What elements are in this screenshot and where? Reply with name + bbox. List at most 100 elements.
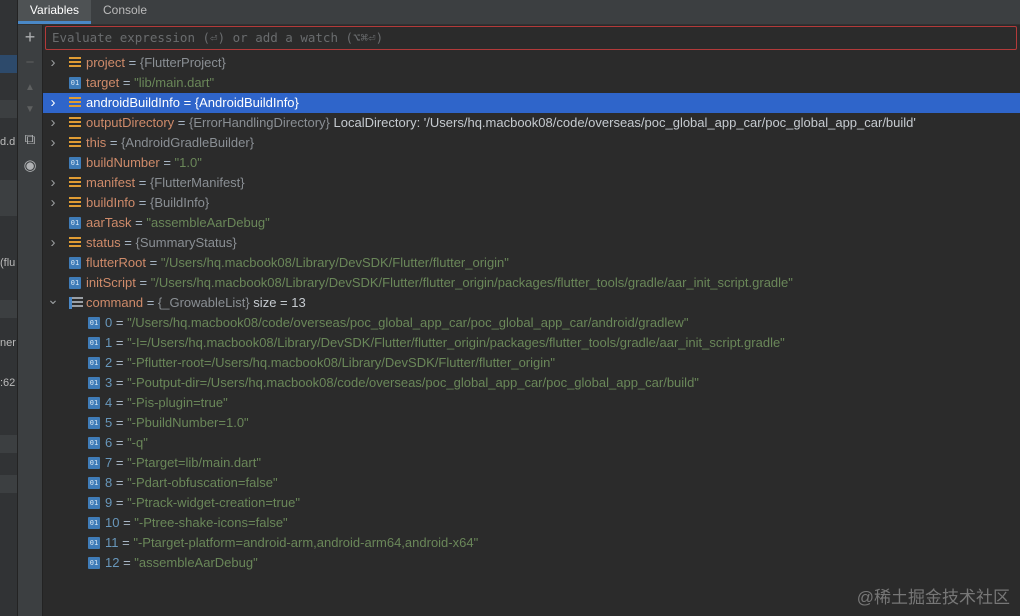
variable-text: 12 = "assembleAarDebug" — [105, 553, 258, 573]
chevron-right-icon[interactable]: › — [47, 133, 59, 153]
variable-name: 10 — [105, 515, 120, 530]
variable-row[interactable]: 01 5 = "-PbuildNumber=1.0" — [43, 413, 1020, 433]
equals-sign: = — [120, 235, 136, 250]
variable-row[interactable]: 01 flutterRoot = "/Users/hq.macbook08/Lib… — [43, 253, 1020, 273]
variable-row[interactable]: 01 10 = "-Ptree-shake-icons=false" — [43, 513, 1020, 533]
add-watch-button[interactable]: + — [18, 27, 42, 47]
chevron-right-icon[interactable]: › — [47, 193, 59, 213]
equals-sign: = — [118, 535, 134, 550]
variable-type: {FlutterProject} — [139, 55, 226, 70]
chevron-right-icon[interactable]: › — [47, 113, 59, 133]
equals-sign: = — [112, 415, 128, 430]
equals-sign: = — [143, 295, 158, 310]
primitive-icon: 01 — [88, 457, 100, 469]
variable-text: 5 = "-PbuildNumber=1.0" — [105, 413, 249, 433]
variable-name: initScript — [86, 275, 136, 290]
variable-row[interactable]: › androidBuildInfo = {AndroidBuildInfo} — [43, 93, 1020, 113]
variable-text: 7 = "-Ptarget=lib/main.dart" — [105, 453, 261, 473]
variable-row[interactable]: 01 3 = "-Poutput-dir=/Users/hq.macbook08/… — [43, 373, 1020, 393]
variable-row[interactable]: › status = {SummaryStatus} — [43, 233, 1020, 253]
move-up-button[interactable]: ▲ — [18, 78, 42, 98]
variable-text: 2 = "-Pflutter-root=/Users/hq.macbook08/… — [105, 353, 555, 373]
variable-name: 11 — [105, 535, 119, 550]
gutter-fragment: ner — [0, 337, 16, 349]
variable-name: aarTask — [86, 215, 132, 230]
variable-text: 9 = "-Ptrack-widget-creation=true" — [105, 493, 300, 513]
equals-sign: = — [145, 255, 161, 270]
variable-row[interactable]: 01 7 = "-Ptarget=lib/main.dart" — [43, 453, 1020, 473]
variable-row[interactable]: 01 aarTask = "assembleAarDebug" — [43, 213, 1020, 233]
variable-text: manifest = {FlutterManifest} — [86, 173, 245, 193]
variable-text: androidBuildInfo = {AndroidBuildInfo} — [86, 93, 299, 113]
variable-row[interactable]: 01 target = "lib/main.dart" — [43, 73, 1020, 93]
variable-row[interactable]: › this = {AndroidGradleBuilder} — [43, 133, 1020, 153]
variable-type: {SummaryStatus} — [135, 235, 237, 250]
equals-sign: = — [112, 355, 128, 370]
watch-settings-icon[interactable]: ◉ — [18, 156, 42, 176]
variable-row[interactable]: 01 9 = "-Ptrack-widget-creation=true" — [43, 493, 1020, 513]
variable-row[interactable]: 01 4 = "-Pis-plugin=true" — [43, 393, 1020, 413]
variable-row[interactable]: 01 buildNumber = "1.0" — [43, 153, 1020, 173]
equals-sign: = — [179, 95, 195, 110]
chevron-right-icon[interactable]: › — [47, 53, 59, 73]
primitive-icon: 01 — [88, 317, 100, 329]
gutter-block — [0, 100, 17, 118]
variable-text: command = {_GrowableList} size = 13 — [86, 293, 306, 313]
variables-toolbar: + − ▲ ▼ ⧉ ◉ — [18, 25, 42, 616]
variable-name: outputDirectory — [86, 115, 175, 130]
gutter-fragment: d.d — [0, 136, 16, 148]
variable-row[interactable]: 01 0 = "/Users/hq.macbook08/code/overseas… — [43, 313, 1020, 333]
variable-row[interactable]: › buildInfo = {BuildInfo} — [43, 193, 1020, 213]
variable-text: status = {SummaryStatus} — [86, 233, 237, 253]
move-down-button[interactable]: ▼ — [18, 100, 42, 120]
equals-sign: = — [112, 315, 128, 330]
variable-value: "-I=/Users/hq.macbook08/Library/DevSDK/F… — [127, 335, 785, 350]
gutter-block — [0, 300, 17, 318]
object-icon — [69, 57, 81, 69]
chevron-right-icon[interactable]: › — [47, 173, 59, 193]
variable-row[interactable]: 01 1 = "-I=/Users/hq.macbook08/Library/De… — [43, 333, 1020, 353]
variable-row[interactable]: 01 initScript = "/Users/hq.macbook08/Libr… — [43, 273, 1020, 293]
equals-sign: = — [112, 395, 128, 410]
object-icon — [69, 137, 81, 149]
variable-row[interactable]: 01 2 = "-Pflutter-root=/Users/hq.macbook0… — [43, 353, 1020, 373]
variable-row[interactable]: 01 6 = "-q" — [43, 433, 1020, 453]
variable-value: "-Poutput-dir=/Users/hq.macbook08/code/o… — [127, 375, 699, 390]
copy-icon[interactable]: ⧉ — [18, 130, 42, 150]
variable-value: "-Pis-plugin=true" — [127, 395, 228, 410]
equals-sign: = — [119, 515, 135, 530]
chevron-right-icon[interactable]: › — [47, 93, 59, 113]
evaluate-expression-input[interactable]: Evaluate expression (⏎) or add a watch (… — [45, 26, 1017, 50]
editor-gutter-strip: d.d (flu ner :62 — [0, 0, 17, 616]
equals-sign: = — [106, 135, 122, 150]
evaluate-placeholder: Evaluate expression (⏎) or add a watch (… — [52, 30, 384, 45]
variable-row[interactable]: 01 8 = "-Pdart-obfuscation=false" — [43, 473, 1020, 493]
variable-name: this — [86, 135, 107, 150]
tab-console[interactable]: Console — [91, 0, 159, 24]
primitive-icon: 01 — [88, 357, 100, 369]
remove-watch-button[interactable]: − — [18, 53, 42, 73]
chevron-down-icon[interactable]: ⌄ — [47, 289, 59, 309]
chevron-right-icon[interactable]: › — [47, 233, 59, 253]
variable-type: {FlutterManifest} — [149, 175, 245, 190]
variable-row[interactable]: › manifest = {FlutterManifest} — [43, 173, 1020, 193]
gutter-block — [0, 180, 17, 216]
variable-row[interactable]: › project = {FlutterProject} — [43, 53, 1020, 73]
tab-variables[interactable]: Variables — [18, 0, 91, 24]
variable-row[interactable]: 01 12 = "assembleAarDebug" — [43, 553, 1020, 573]
variable-text: 6 = "-q" — [105, 433, 148, 453]
primitive-icon: 01 — [88, 377, 100, 389]
variable-row[interactable]: ⌄ command = {_GrowableList} size = 13 — [43, 291, 1020, 313]
primitive-icon: 01 — [88, 497, 100, 509]
primitive-icon: 01 — [69, 217, 81, 229]
variable-name: androidBuildInfo — [86, 95, 180, 110]
primitive-icon: 01 — [69, 277, 81, 289]
variable-type: {AndroidGradleBuilder} — [121, 135, 255, 150]
variable-row[interactable]: › outputDirectory = {ErrorHandlingDirecto… — [43, 113, 1020, 133]
primitive-icon: 01 — [88, 337, 100, 349]
variable-text: 1 = "-I=/Users/hq.macbook08/Library/DevS… — [105, 333, 785, 353]
equals-sign: = — [112, 475, 128, 490]
equals-sign: = — [159, 155, 175, 170]
variable-text: 11 = "-Ptarget-platform=android-arm,andr… — [105, 533, 478, 553]
variable-row[interactable]: 01 11 = "-Ptarget-platform=android-arm,an… — [43, 533, 1020, 553]
